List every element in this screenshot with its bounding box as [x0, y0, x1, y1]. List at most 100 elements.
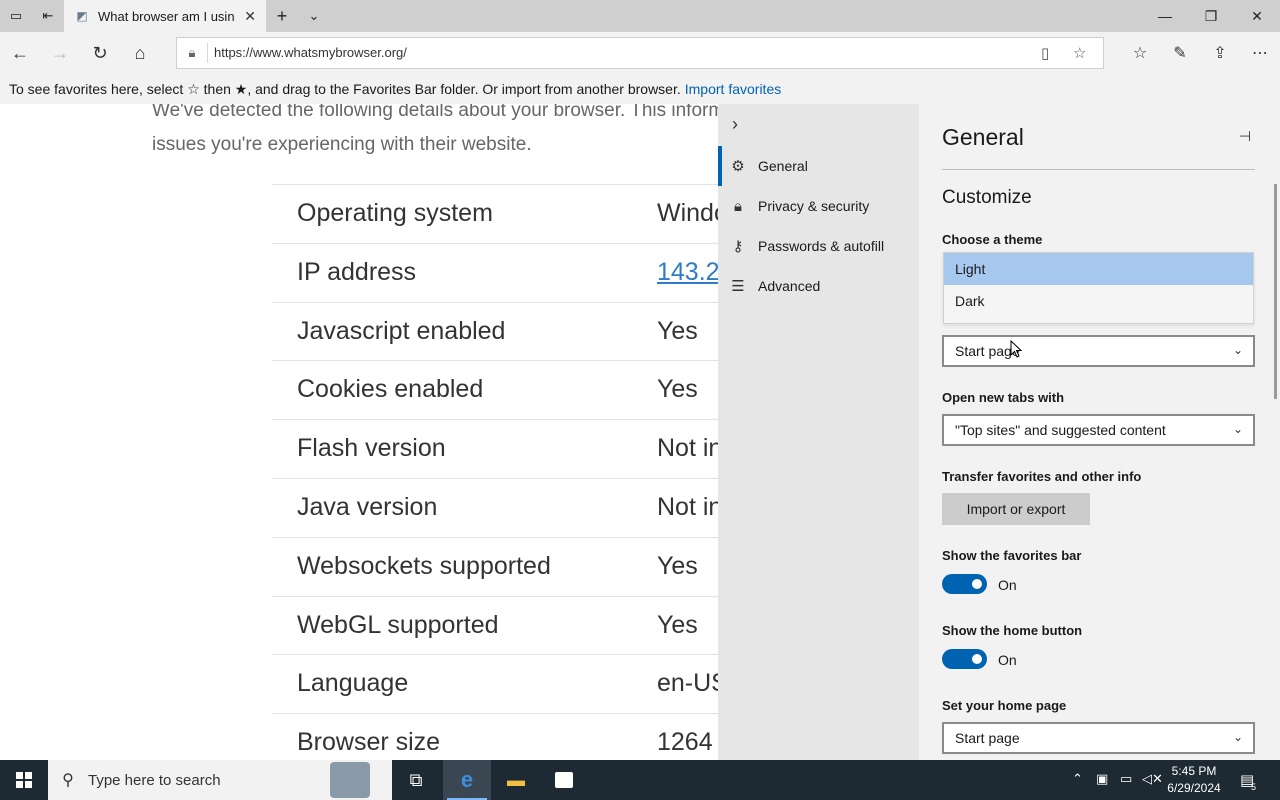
favorites-bar-toggle[interactable]: [942, 574, 987, 594]
theme-option-dark[interactable]: Dark: [944, 285, 1253, 317]
row-key: Java version: [297, 492, 438, 521]
search-highlight-image: [330, 762, 370, 798]
tab-preview-chevron-icon[interactable]: ⌄: [298, 0, 330, 32]
new-tab-icon[interactable]: +: [266, 0, 298, 32]
favorites-bar-label: Show the favorites bar: [942, 548, 1082, 563]
navigation-bar: ← → ↻ ⌂ 🔒︎ https://www.whatsmybrowser.or…: [0, 32, 1280, 74]
home-page-value: Start page: [955, 730, 1020, 746]
settings-scrollbar[interactable]: [1274, 184, 1277, 399]
start-button[interactable]: [0, 760, 48, 800]
clock-date: 6/29/2024: [1167, 781, 1221, 795]
settings-nav-general[interactable]: ⚙ General: [718, 146, 919, 186]
open-with-select[interactable]: Start page ⌄: [942, 335, 1255, 367]
tab-title: What browser am I usin: [98, 8, 235, 24]
theme-dropdown-list[interactable]: Light Dark: [943, 252, 1254, 324]
more-icon[interactable]: ⋯: [1242, 37, 1278, 69]
row-key: Websockets supported: [297, 551, 551, 580]
task-view-icon[interactable]: ⧉: [392, 760, 440, 800]
new-tabs-label: Open new tabs with: [942, 390, 1065, 405]
pen-icon[interactable]: ✎: [1162, 37, 1198, 69]
table-row: WebGL supported Yes: [272, 595, 720, 655]
home-button[interactable]: ⌂: [122, 37, 158, 69]
share-icon[interactable]: ⇪: [1202, 37, 1238, 69]
edge-icon[interactable]: e: [443, 760, 491, 800]
minimize-button[interactable]: —: [1142, 0, 1188, 32]
browser-info-table: Operating system Windo IP address 143.2 Ja…: [272, 184, 720, 760]
back-button[interactable]: ←: [2, 37, 38, 69]
intro-line-1: We've detected the following details abo…: [152, 104, 720, 121]
chevron-down-icon: ⌄: [1232, 343, 1243, 357]
row-key: Operating system: [297, 199, 493, 227]
taskbar-search[interactable]: ⚲ Type here to search: [48, 760, 392, 800]
row-key: IP address: [297, 257, 417, 286]
reading-view-icon[interactable]: ▯: [1041, 44, 1049, 62]
close-window-button[interactable]: ✕: [1234, 0, 1280, 32]
settings-nav-privacy[interactable]: 🔒︎ Privacy & security: [718, 186, 919, 226]
theme-label: Choose a theme: [942, 232, 1043, 247]
settings-nav-passwords[interactable]: ⚷ Passwords & autofill: [718, 226, 919, 266]
mouse-cursor-icon: [1010, 340, 1022, 358]
device-icon[interactable]: ▣: [1096, 771, 1108, 787]
row-value: en-US: [657, 669, 720, 698]
gear-icon: ⚙: [731, 158, 745, 175]
home-button-state: On: [998, 652, 1017, 668]
store-icon[interactable]: [540, 760, 588, 800]
row-key: WebGL supported: [297, 610, 499, 639]
table-row: Websockets supported Yes: [272, 536, 720, 596]
clock[interactable]: 5:45 PM 6/29/2024: [1158, 763, 1230, 797]
tab-actions-icon[interactable]: ▭: [0, 0, 32, 32]
theme-option-light[interactable]: Light: [944, 253, 1253, 285]
import-export-button[interactable]: Import or export: [942, 493, 1090, 525]
address-bar[interactable]: 🔒︎ https://www.whatsmybrowser.org/ ▯ ☆: [176, 37, 1104, 69]
table-row: Operating system Windo: [272, 184, 720, 243]
tab-active[interactable]: ◩ What browser am I usin ✕: [64, 0, 266, 32]
settings-nav-label: General: [758, 158, 808, 174]
row-value: Yes: [657, 551, 698, 580]
forward-button[interactable]: →: [42, 37, 78, 69]
ip-address-link[interactable]: 143.2: [657, 258, 720, 287]
row-key: Language: [297, 669, 409, 698]
file-explorer-icon[interactable]: ▬: [492, 760, 540, 800]
settings-panel: General ⊣ Customize Choose a theme Light…: [919, 104, 1280, 760]
row-value: Yes: [657, 316, 698, 345]
settings-nav-pane: › ⚙ General 🔒︎ Privacy & security ⚷ Pass…: [718, 104, 919, 760]
set-tabs-aside-icon[interactable]: ⇤: [32, 0, 64, 32]
lock-icon: 🔒︎: [734, 197, 742, 215]
settings-nav-label: Advanced: [758, 278, 821, 294]
home-page-label: Set your home page: [942, 698, 1067, 713]
key-icon: ⚷: [732, 238, 744, 255]
new-tabs-select[interactable]: "Top sites" and suggested content ⌄: [942, 414, 1255, 446]
favorite-star-icon[interactable]: ☆: [1073, 44, 1086, 62]
import-favorites-link[interactable]: Import favorites: [685, 81, 781, 97]
favorites-hub-icon[interactable]: ☆: [1122, 37, 1158, 69]
table-row: Javascript enabled Yes: [272, 301, 720, 361]
clock-time: 5:45 PM: [1171, 764, 1217, 778]
home-page-select[interactable]: Start page ⌄: [942, 722, 1255, 754]
collapse-chevron-icon[interactable]: ›: [732, 114, 738, 135]
network-icon[interactable]: ▭: [1120, 771, 1132, 787]
refresh-button[interactable]: ↻: [82, 37, 118, 69]
row-key: Browser size: [297, 728, 441, 757]
table-row: Flash version Not in: [272, 419, 720, 478]
sliders-icon: ☰: [731, 278, 745, 295]
favorites-bar: To see favorites here, select ☆ then ★, …: [0, 74, 1280, 104]
url-text[interactable]: https://www.whatsmybrowser.org/: [207, 43, 407, 63]
settings-title: General: [942, 124, 1024, 150]
home-button-toggle[interactable]: [942, 649, 987, 669]
table-row: Java version Not in: [272, 477, 720, 537]
settings-nav-advanced[interactable]: ☰ Advanced: [718, 266, 919, 306]
new-tabs-value: "Top sites" and suggested content: [955, 422, 1166, 438]
windows-logo-icon: [16, 772, 32, 788]
close-tab-icon[interactable]: ✕: [244, 8, 256, 25]
search-placeholder: Type here to search: [88, 771, 221, 789]
title-bar: ▭ ⇤ ◩ What browser am I usin ✕ + ⌄ — ❐ ✕: [0, 0, 1280, 32]
settings-nav-label: Passwords & autofill: [758, 238, 885, 254]
chevron-down-icon: ⌄: [1232, 730, 1243, 744]
row-value: 1264: [657, 728, 713, 757]
pin-icon[interactable]: ⊣: [1239, 128, 1251, 145]
restore-button[interactable]: ❐: [1188, 0, 1234, 32]
chevron-down-icon: ⌄: [1232, 422, 1243, 436]
lock-icon[interactable]: 🔒︎: [177, 45, 207, 61]
table-row: IP address 143.2: [272, 242, 720, 302]
chevron-up-icon[interactable]: ⌃: [1072, 771, 1083, 787]
